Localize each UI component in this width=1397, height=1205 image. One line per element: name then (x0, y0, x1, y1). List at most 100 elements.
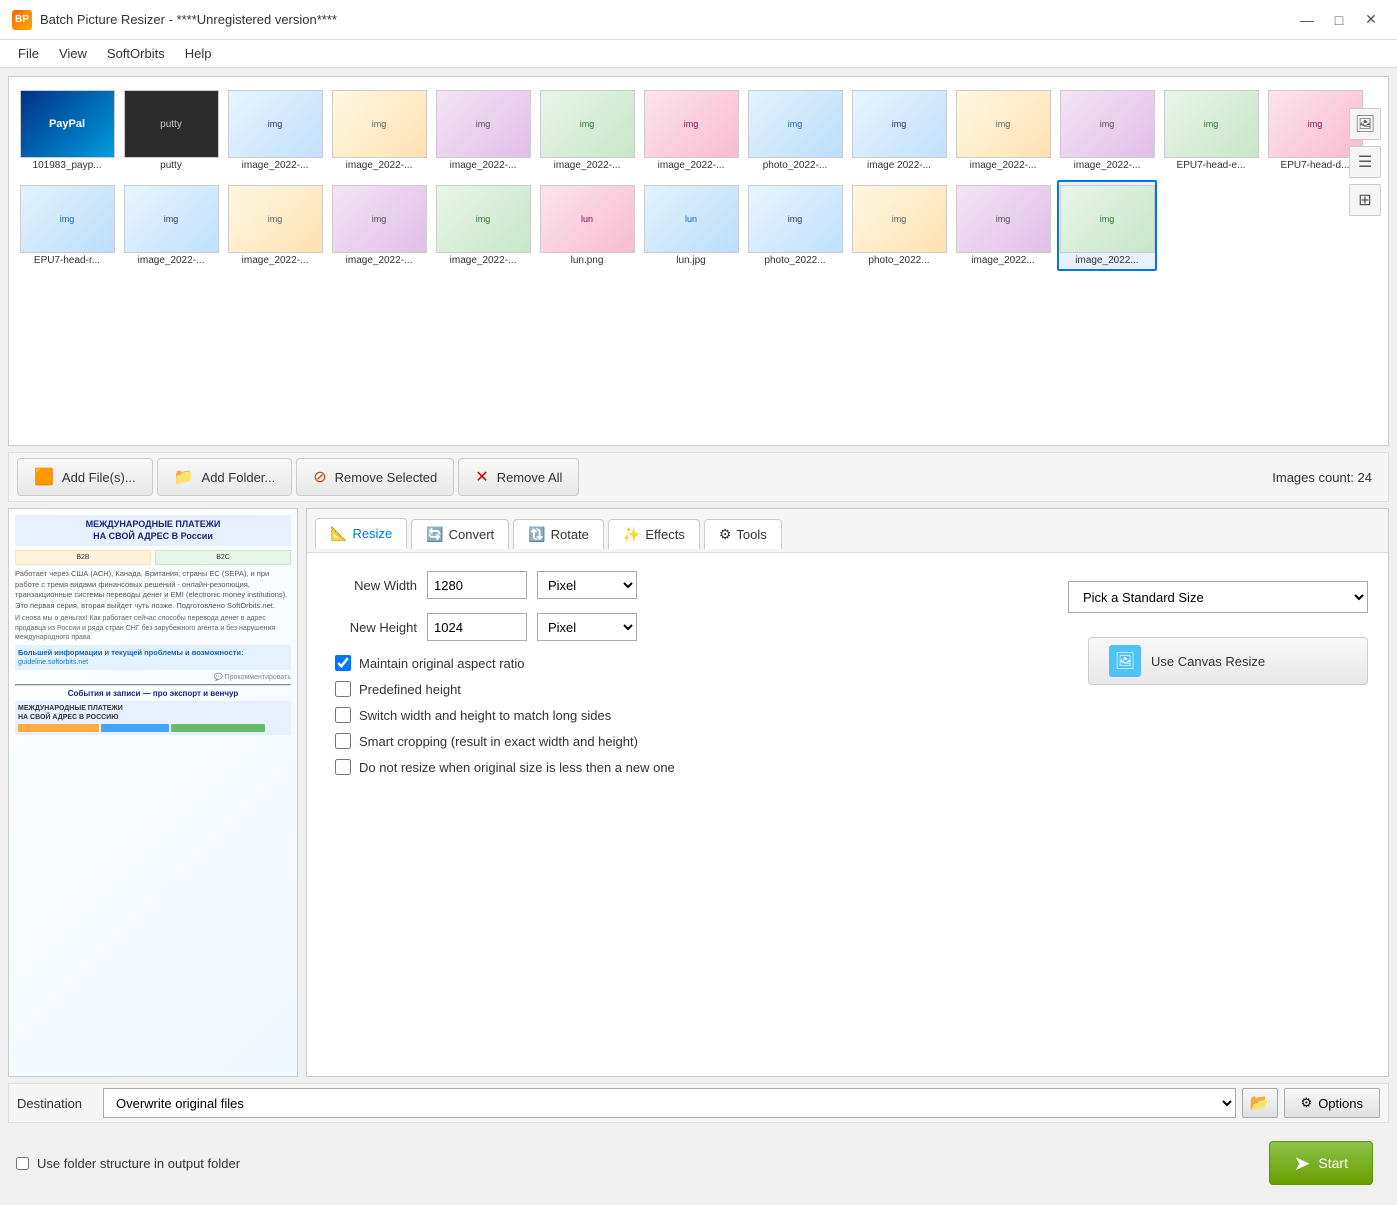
do-not-resize-row: Do not resize when original size is less… (327, 759, 1038, 775)
gallery-view-button[interactable]: 🖼 (1349, 108, 1381, 140)
menu-softorbits[interactable]: SoftOrbits (97, 43, 175, 64)
tools-tab-icon: ⚙ (719, 526, 732, 543)
thumbnail-item[interactable]: imgimage_2022-... (225, 85, 325, 176)
thumbnail-item[interactable]: imgimage_2022-... (641, 85, 741, 176)
predefined-height-row: Predefined height (327, 681, 1038, 697)
list-view-button[interactable]: ☰ (1349, 146, 1381, 178)
add-files-button[interactable]: 🟧 Add File(s)... (17, 458, 153, 496)
title-bar-text: Batch Picture Resizer - ****Unregistered… (40, 12, 1285, 27)
destination-folder-button[interactable]: 📂 (1242, 1088, 1278, 1118)
maximize-button[interactable]: □ (1325, 6, 1353, 34)
add-files-icon: 🟧 (34, 467, 54, 487)
thumbnail-item[interactable]: imgphoto_2022... (849, 180, 949, 271)
remove-all-button[interactable]: ✕ Remove All (458, 458, 579, 496)
predefined-height-label: Predefined height (359, 682, 461, 697)
thumbnail-item[interactable]: imgimage_2022-... (537, 85, 637, 176)
remove-selected-button[interactable]: ⊘ Remove Selected (296, 458, 454, 496)
standard-size-select[interactable]: Pick a Standard Size 640x480 800x600 102… (1068, 581, 1368, 613)
tab-resize[interactable]: 📐 Resize (315, 518, 407, 549)
smart-cropping-checkbox[interactable] (335, 733, 351, 749)
options-panel: 📐 Resize 🔄 Convert 🔃 Rotate ✨ Effects ⚙ (306, 508, 1389, 1077)
thumbnail-item[interactable]: imgEPU7-head-e... (1161, 85, 1261, 176)
remove-all-icon: ✕ (475, 467, 488, 487)
minimize-button[interactable]: — (1293, 6, 1321, 34)
thumbnail-item[interactable]: imgimage_2022-... (121, 180, 221, 271)
app-icon: BP (12, 10, 32, 30)
do-not-resize-checkbox[interactable] (335, 759, 351, 775)
maintain-aspect-checkbox[interactable] (335, 655, 351, 671)
menu-help[interactable]: Help (175, 43, 222, 64)
options-button[interactable]: ⚙ Options (1284, 1088, 1380, 1118)
close-button[interactable]: ✕ (1357, 6, 1385, 34)
switch-width-height-row: Switch width and height to match long si… (327, 707, 1038, 723)
new-width-input[interactable] (427, 571, 527, 599)
thumbnail-item[interactable]: imgimage_2022-... (953, 85, 1053, 176)
remove-selected-icon: ⊘ (313, 467, 326, 487)
canvas-resize-button[interactable]: 🖼 Use Canvas Resize (1088, 637, 1368, 685)
options-gear-icon: ⚙ (1301, 1095, 1313, 1111)
thumbnail-item[interactable]: PayPal101983_payp... (17, 85, 117, 176)
smart-cropping-label: Smart cropping (result in exact width an… (359, 734, 638, 749)
form-right: Pick a Standard Size 640x480 800x600 102… (1058, 571, 1368, 785)
rotate-tab-icon: 🔃 (528, 526, 545, 543)
smart-cropping-row: Smart cropping (result in exact width an… (327, 733, 1038, 749)
add-folder-icon: 📁 (174, 467, 194, 487)
tab-rotate[interactable]: 🔃 Rotate (513, 519, 604, 549)
canvas-resize-icon: 🖼 (1109, 645, 1141, 677)
add-folder-button[interactable]: 📁 Add Folder... (157, 458, 293, 496)
images-count: Images count: 24 (1272, 470, 1380, 485)
new-height-input[interactable] (427, 613, 527, 641)
thumbnail-item[interactable]: imgimage_2022-... (433, 180, 533, 271)
new-width-label: New Width (327, 578, 417, 593)
thumbnail-item[interactable]: imgphoto_2022-... (745, 85, 845, 176)
folder-icon: 📂 (1250, 1093, 1270, 1113)
thumbnail-item[interactable]: lunlun.png (537, 180, 637, 271)
thumbnail-item[interactable]: lunlun.jpg (641, 180, 741, 271)
destination-row: Destination Overwrite original files Sav… (8, 1083, 1389, 1123)
convert-tab-icon: 🔄 (426, 526, 443, 543)
bottom-area: МЕЖДУНАРОДНЫЕ ПЛАТЕЖИНА СВОЙ АДРЕС В Рос… (8, 508, 1389, 1077)
standard-size-row: Pick a Standard Size 640x480 800x600 102… (1058, 581, 1368, 613)
thumbnail-item[interactable]: puttyputty (121, 85, 221, 176)
switch-width-height-checkbox[interactable] (335, 707, 351, 723)
thumbnail-item[interactable]: imgEPU7-head-r... (17, 180, 117, 271)
tab-effects[interactable]: ✨ Effects (608, 519, 700, 549)
maintain-aspect-row: Maintain original aspect ratio (327, 655, 1038, 671)
tab-tools[interactable]: ⚙ Tools (704, 519, 782, 549)
resize-tab-content: New Width Pixel Percent Inch Cm New He (307, 553, 1388, 1076)
tab-convert[interactable]: 🔄 Convert (411, 519, 509, 549)
thumbnail-item[interactable]: imgimage_2022-... (225, 180, 325, 271)
footer-area: Destination Overwrite original files Sav… (8, 1083, 1389, 1197)
thumbnail-item[interactable]: imgphoto_2022... (745, 180, 845, 271)
image-gallery[interactable]: PayPal101983_payp...puttyputtyimgimage_2… (8, 76, 1389, 446)
menu-file[interactable]: File (8, 43, 49, 64)
menu-view[interactable]: View (49, 43, 97, 64)
use-folder-structure-checkbox[interactable] (16, 1157, 29, 1170)
width-unit-select[interactable]: Pixel Percent Inch Cm (537, 571, 637, 599)
thumbnail-item[interactable]: imgimage_2022-... (329, 180, 429, 271)
start-area: ➤ Start (1261, 1133, 1381, 1193)
effects-tab-icon: ✨ (623, 526, 640, 543)
start-button[interactable]: ➤ Start (1269, 1141, 1373, 1185)
start-icon: ➤ (1294, 1151, 1311, 1176)
height-unit-select[interactable]: Pixel Percent Inch Cm (537, 613, 637, 641)
thumbnail-item[interactable]: imgimage_2022-... (433, 85, 533, 176)
use-folder-structure-label: Use folder structure in output folder (37, 1156, 240, 1171)
destination-select[interactable]: Overwrite original files Save to folder … (103, 1088, 1236, 1118)
thumbnail-item[interactable]: imgimage_2022... (1057, 180, 1157, 271)
form-area: New Width Pixel Percent Inch Cm New He (327, 571, 1368, 785)
thumbnail-item[interactable]: imgimage 2022-... (849, 85, 949, 176)
thumbnail-item[interactable]: imgimage_2022... (953, 180, 1053, 271)
form-left: New Width Pixel Percent Inch Cm New He (327, 571, 1038, 785)
right-sidebar: 🖼 ☰ ⊞ (1349, 108, 1381, 216)
table-view-button[interactable]: ⊞ (1349, 184, 1381, 216)
destination-label: Destination (17, 1096, 97, 1111)
thumbnail-item[interactable]: imgimage_2022-... (1057, 85, 1157, 176)
new-height-label: New Height (327, 620, 417, 635)
preview-content: МЕЖДУНАРОДНЫЕ ПЛАТЕЖИНА СВОЙ АДРЕС В Рос… (9, 509, 297, 1076)
thumbnail-item[interactable]: imgimage_2022-... (329, 85, 429, 176)
predefined-height-checkbox[interactable] (335, 681, 351, 697)
maintain-aspect-label: Maintain original aspect ratio (359, 656, 524, 671)
footer-row2: Use folder structure in output folder ➤ … (8, 1129, 1389, 1197)
title-bar: BP Batch Picture Resizer - ****Unregiste… (0, 0, 1397, 40)
